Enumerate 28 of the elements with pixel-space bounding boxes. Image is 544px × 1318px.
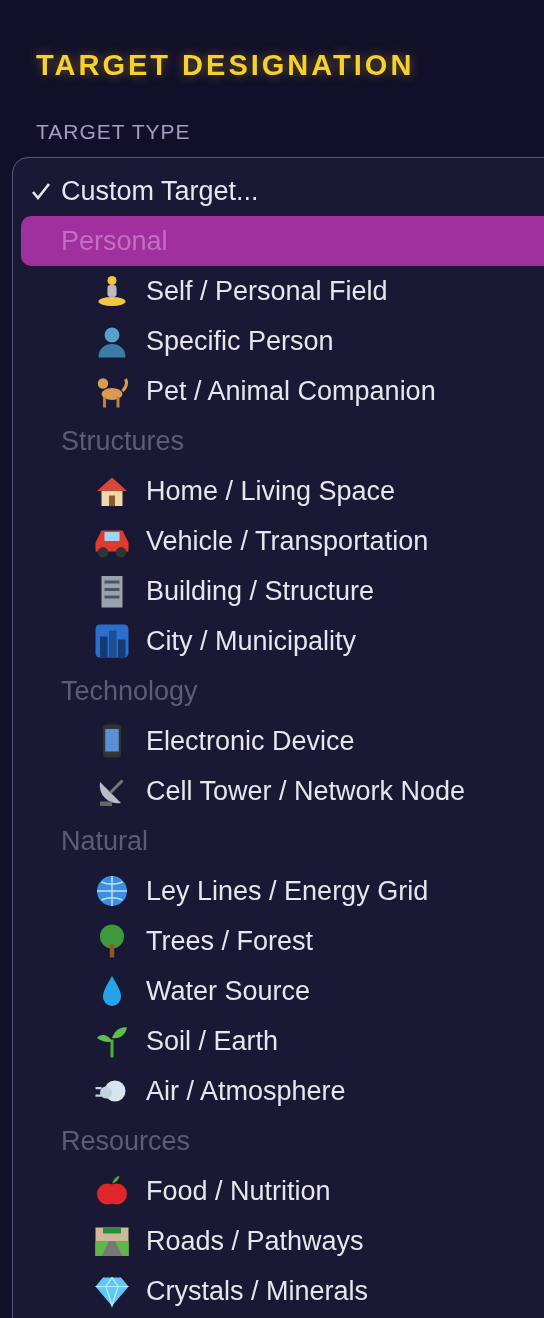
menu-item-label: Custom Target... [61, 174, 259, 208]
field-label: TARGET TYPE [36, 118, 191, 145]
menu-item[interactable]: Custom Target... [21, 166, 544, 216]
group-header: Personal [21, 216, 544, 266]
menu-item[interactable]: Cell Tower / Network Node [21, 766, 544, 816]
city-skyline-icon [94, 623, 130, 659]
menu-item[interactable]: Ley Lines / Energy Grid [21, 866, 544, 916]
menu-item[interactable]: Water Source [21, 966, 544, 1016]
group-header: Technology [60, 674, 199, 708]
menu-item[interactable]: Electronic Device [21, 716, 544, 766]
group-header: Resources [60, 1124, 192, 1158]
menu-item[interactable]: Vehicle / Transportation [21, 516, 544, 566]
menu-item[interactable]: Food / Nutrition [21, 1166, 544, 1216]
menu-item[interactable]: City / Municipality [21, 616, 544, 666]
menu-item[interactable]: Soil / Earth [21, 1016, 544, 1066]
group-header: Natural [60, 824, 150, 858]
menu-item[interactable]: Building / Structure [21, 566, 544, 616]
menu-item[interactable]: Air / Atmosphere [21, 1066, 544, 1116]
group-header: Structures [60, 424, 186, 458]
menu-item[interactable]: Self / Personal Field [21, 266, 544, 316]
section-title: TARGET DESIGNATION [36, 48, 415, 83]
globe-icon [94, 873, 130, 909]
menu-item[interactable]: Roads / Pathways [21, 1216, 544, 1266]
menu-item[interactable]: Trees / Forest [21, 916, 544, 966]
menu-item[interactable]: Crystals / Minerals [21, 1266, 544, 1316]
menu-item[interactable]: Specific Person [21, 316, 544, 366]
menu-item[interactable]: Pet / Animal Companion [21, 366, 544, 416]
menu-item[interactable]: Home / Living Space [21, 466, 544, 516]
